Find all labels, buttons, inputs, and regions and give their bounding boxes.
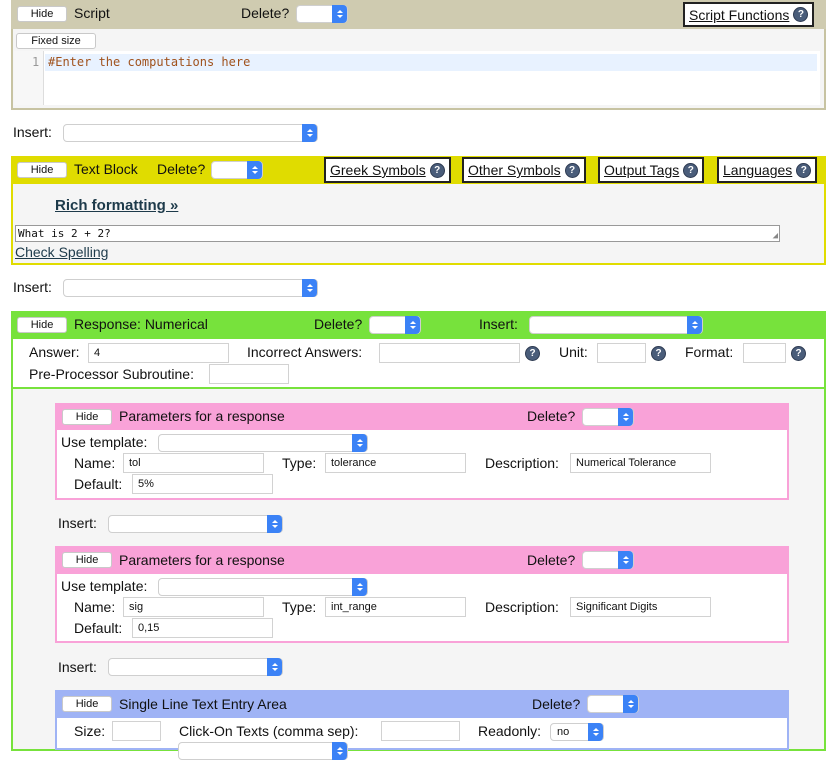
format-input[interactable] — [743, 343, 786, 363]
text-entry-title: Single Line Text Entry Area — [119, 696, 287, 712]
template-select-1[interactable] — [158, 434, 368, 452]
help-icon: ? — [429, 162, 445, 178]
text-block-title: Text Block — [74, 161, 138, 177]
answer-label: Answer: — [29, 344, 80, 360]
insert-label-1: Insert: — [13, 124, 52, 140]
type-input-2[interactable]: int_range — [325, 597, 466, 617]
insert-label-2: Insert: — [13, 279, 52, 295]
languages-label: Languages — [723, 162, 793, 178]
desc-label-2: Description: — [485, 599, 559, 615]
text-block-hide-button[interactable]: Hide — [17, 162, 67, 178]
type-label-1: Type: — [282, 455, 317, 471]
code-line: #Enter the computations here — [48, 55, 251, 69]
unit-label: Unit: — [559, 344, 588, 360]
insert-label-3: Insert: — [58, 515, 97, 531]
readonly-value: no — [557, 726, 570, 738]
insert-select-4[interactable] — [108, 658, 283, 676]
resize-handle-icon[interactable]: ◢ — [773, 231, 778, 241]
name-label-1: Name: — [74, 455, 116, 471]
help-icon[interactable]: ? — [791, 346, 806, 361]
text-block-delete-label: Delete? — [157, 161, 206, 177]
template-label-1: Use template: — [61, 434, 148, 450]
script-delete-select[interactable] — [296, 5, 348, 23]
response-hide-button[interactable]: Hide — [17, 317, 67, 333]
help-icon: ? — [683, 162, 699, 178]
params-delete-select-1[interactable] — [582, 408, 634, 426]
text-block-content: What is 2 + 2? — [18, 227, 111, 240]
response-delete-select[interactable] — [369, 316, 421, 334]
answer-input[interactable]: 4 — [88, 343, 229, 363]
help-icon: ? — [793, 7, 809, 22]
greek-symbols-button[interactable]: Greek Symbols ? — [324, 157, 451, 183]
script-functions-button[interactable]: Script Functions ? — [683, 2, 815, 27]
preproc-input[interactable] — [209, 364, 289, 384]
default-input-1[interactable]: 5% — [132, 474, 273, 494]
preproc-label: Pre-Processor Subroutine: — [29, 366, 194, 382]
name-label-2: Name: — [74, 599, 116, 615]
response-insert-select[interactable] — [529, 316, 703, 334]
response-title: Response: Numerical — [74, 316, 208, 332]
text-block-textarea[interactable]: What is 2 + 2? ◢ — [15, 225, 780, 242]
script-delete-label: Delete? — [241, 5, 290, 21]
line-gutter — [14, 51, 44, 105]
desc-input-2[interactable]: Significant Digits — [570, 597, 711, 617]
rich-formatting-link[interactable]: Rich formatting » — [55, 197, 178, 214]
insert-select-2[interactable] — [63, 279, 318, 297]
format-label: Format: — [685, 344, 734, 360]
default-label-2: Default: — [74, 620, 123, 636]
fixed-size-button[interactable]: Fixed size — [16, 33, 96, 49]
name-input-1[interactable]: tol — [123, 453, 264, 473]
languages-button[interactable]: Languages ? — [717, 157, 818, 183]
params-delete-label-2: Delete? — [527, 552, 576, 568]
template-label-2: Use template: — [61, 578, 148, 594]
desc-input-1[interactable]: Numerical Tolerance — [570, 453, 711, 473]
clickon-input[interactable] — [381, 721, 460, 741]
type-label-2: Type: — [282, 599, 317, 615]
script-title: Script — [74, 5, 110, 21]
text-entry-delete-select[interactable] — [587, 695, 639, 713]
params-hide-button-1[interactable]: Hide — [62, 409, 112, 425]
clickon-label: Click-On Texts (comma sep): — [179, 723, 359, 739]
incorrect-answers-input[interactable] — [379, 343, 520, 363]
size-input[interactable] — [112, 721, 161, 741]
script-functions-label: Script Functions — [689, 6, 790, 23]
help-icon: ? — [796, 162, 812, 178]
code-editor[interactable]: 1 #Enter the computations here — [14, 51, 820, 105]
response-delete-label: Delete? — [314, 316, 363, 332]
script-hide-button[interactable]: Hide — [17, 6, 67, 22]
other-symbols-button[interactable]: Other Symbols ? — [462, 157, 586, 183]
size-label: Size: — [74, 723, 106, 739]
other-symbols-label: Other Symbols — [468, 162, 561, 178]
output-tags-button[interactable]: Output Tags ? — [598, 157, 705, 183]
insert-select-3[interactable] — [108, 515, 283, 533]
params-hide-button-2[interactable]: Hide — [62, 552, 112, 568]
insert-label-4: Insert: — [58, 659, 97, 675]
params-title-2: Parameters for a response — [119, 552, 285, 568]
desc-label-1: Description: — [485, 455, 559, 471]
line-number: 1 — [32, 55, 40, 69]
params-delete-label-1: Delete? — [527, 408, 576, 424]
response-insert-label: Insert: — [479, 316, 518, 332]
readonly-select[interactable]: no — [550, 723, 604, 741]
unit-input[interactable] — [597, 343, 646, 363]
text-entry-hide-button[interactable]: Hide — [62, 696, 112, 712]
default-label-1: Default: — [74, 476, 123, 492]
incorrect-answers-label: Incorrect Answers: — [247, 344, 363, 360]
help-icon: ? — [564, 162, 580, 178]
text-block-delete-select[interactable] — [211, 161, 263, 179]
text-entry-delete-label: Delete? — [532, 696, 581, 712]
greek-symbols-label: Greek Symbols — [330, 162, 426, 178]
check-spelling-link[interactable]: Check Spelling — [15, 244, 108, 260]
insert-select-1[interactable] — [63, 124, 318, 142]
readonly-label: Readonly: — [478, 723, 542, 739]
type-input-1[interactable]: tolerance — [325, 453, 466, 473]
help-icon[interactable]: ? — [651, 346, 666, 361]
name-input-2[interactable]: sig — [123, 597, 264, 617]
output-tags-label: Output Tags — [604, 162, 680, 178]
params-title-1: Parameters for a response — [119, 408, 285, 424]
template-select-2[interactable] — [158, 578, 368, 596]
help-icon[interactable]: ? — [525, 346, 540, 361]
default-input-2[interactable]: 0,15 — [132, 618, 273, 638]
params-delete-select-2[interactable] — [582, 551, 634, 569]
